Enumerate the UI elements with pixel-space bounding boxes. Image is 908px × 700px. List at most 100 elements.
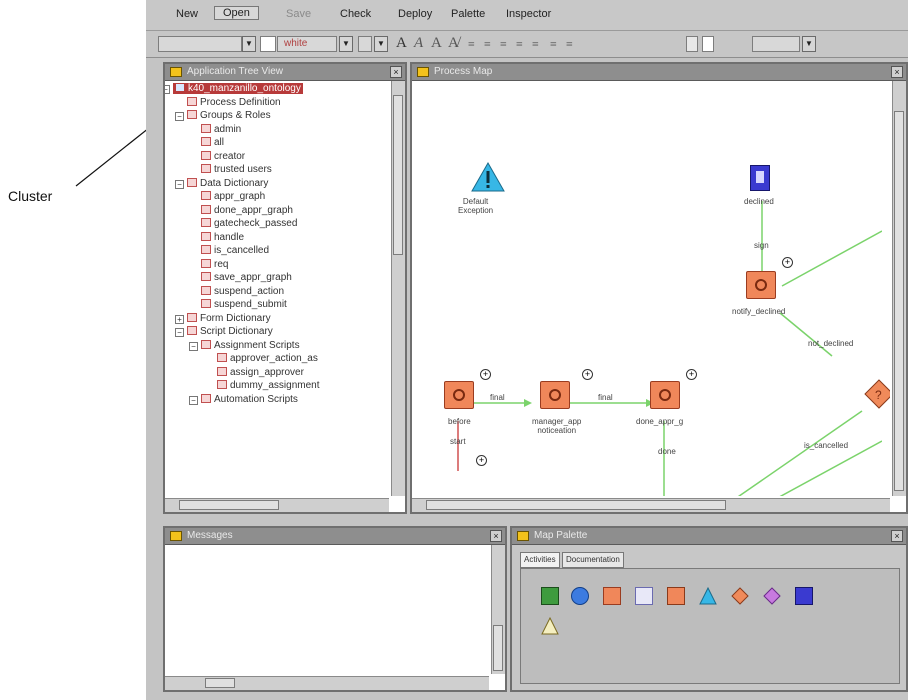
tree-expander-icon[interactable]: − <box>189 341 198 351</box>
strike-button[interactable]: A̸ <box>448 35 459 52</box>
tree-row[interactable]: trusted users <box>201 164 272 175</box>
warning-icon[interactable] <box>541 617 559 635</box>
tree-vscroll[interactable] <box>391 81 405 496</box>
messages-hscroll[interactable] <box>165 676 489 690</box>
tree-row[interactable]: all <box>201 137 224 148</box>
border-button[interactable] <box>686 36 698 52</box>
menu-save[interactable]: Save <box>286 8 311 20</box>
tree-row[interactable]: gatecheck_passed <box>201 218 297 229</box>
tree-panel-titlebar[interactable]: Application Tree View × <box>165 64 405 81</box>
color-combo[interactable]: white <box>277 36 337 52</box>
menu-deploy[interactable]: Deploy <box>398 8 432 20</box>
add-icon[interactable]: + <box>480 369 491 380</box>
tree-row[interactable]: admin <box>201 123 241 135</box>
tree-row[interactable]: dummy_assignment <box>217 380 319 391</box>
close-icon[interactable]: × <box>891 66 903 78</box>
tree-expander-icon[interactable]: − <box>165 85 170 94</box>
fill-button[interactable] <box>702 36 714 52</box>
tree-hscroll-thumb[interactable] <box>179 500 279 510</box>
start-icon[interactable] <box>541 587 559 605</box>
notify-declined-node[interactable] <box>746 271 776 299</box>
tree-row[interactable]: save_appr_graph <box>201 272 292 283</box>
tree-row[interactable]: Form Dictionary <box>187 312 271 324</box>
indent-button[interactable]: ≡ <box>516 37 523 52</box>
bullets-button[interactable]: ≡ <box>550 37 557 52</box>
done-node[interactable] <box>650 381 680 409</box>
align-left-button[interactable]: ≡ <box>468 37 475 52</box>
approve-icon[interactable] <box>571 587 589 605</box>
add-icon[interactable]: + <box>782 257 793 268</box>
close-icon[interactable]: × <box>490 530 502 542</box>
align-right-button[interactable]: ≡ <box>500 37 507 52</box>
tree-row[interactable]: done_appr_graph <box>201 204 293 216</box>
tree-expander-icon[interactable]: + <box>175 314 184 324</box>
palette-panel-titlebar[interactable]: Map Palette × <box>512 528 906 545</box>
tab-activities[interactable]: Activities <box>520 552 560 568</box>
font-combo-dropdown[interactable]: ▼ <box>242 36 256 52</box>
zoom-combo-dropdown[interactable]: ▼ <box>802 36 816 52</box>
map-hscroll[interactable] <box>412 498 890 512</box>
tree-expander-icon[interactable]: − <box>175 112 184 121</box>
menu-check[interactable]: Check <box>340 8 371 20</box>
align-center-button[interactable]: ≡ <box>484 37 491 52</box>
add-icon[interactable]: + <box>686 369 697 380</box>
menu-palette[interactable]: Palette <box>451 8 485 20</box>
tree-hscroll[interactable] <box>165 498 389 512</box>
before-node[interactable] <box>444 381 474 409</box>
zoom-combo[interactable] <box>752 36 800 52</box>
tree-vscroll-thumb[interactable] <box>393 95 403 255</box>
notify-icon[interactable] <box>667 587 685 605</box>
tree-row[interactable]: Data Dictionary <box>187 177 268 189</box>
add-icon[interactable]: + <box>476 455 487 466</box>
exception-icon[interactable] <box>699 587 717 605</box>
tree-row[interactable]: Assignment Scripts <box>201 339 300 351</box>
messages-panel-titlebar[interactable]: Messages × <box>165 528 505 545</box>
outdent-button[interactable]: ≡ <box>532 37 539 52</box>
tree-row[interactable]: Groups & Roles <box>187 110 271 121</box>
font-combo[interactable] <box>158 36 242 52</box>
menu-inspector[interactable]: Inspector <box>506 8 551 20</box>
declined-node[interactable] <box>750 165 770 191</box>
tree-row[interactable]: approver_action_as <box>217 353 318 364</box>
tree-row[interactable]: is_cancelled <box>201 245 269 256</box>
decision-icon[interactable] <box>731 587 749 605</box>
messages-hscroll-thumb[interactable] <box>205 678 235 688</box>
tree-expander-icon[interactable]: − <box>175 179 184 189</box>
tree-row[interactable]: creator <box>201 150 245 162</box>
italic-button[interactable]: A <box>414 35 423 52</box>
tree-row[interactable]: assign_approver <box>217 366 304 378</box>
tab-documentation[interactable]: Documentation <box>562 552 624 568</box>
manager-node[interactable] <box>540 381 570 409</box>
decision-icon[interactable]: ? <box>864 379 890 409</box>
close-icon[interactable]: × <box>891 530 903 542</box>
map-panel-titlebar[interactable]: Process Map × <box>412 64 906 81</box>
close-icon[interactable]: × <box>390 66 402 78</box>
exit-icon[interactable] <box>795 587 813 605</box>
add-icon[interactable]: + <box>582 369 593 380</box>
chart-icon[interactable] <box>635 587 653 605</box>
size-combo[interactable] <box>358 36 372 52</box>
tree-row[interactable]: handle <box>201 231 244 243</box>
numbering-button[interactable]: ≡ <box>566 37 573 52</box>
underline-button[interactable]: A <box>431 35 442 52</box>
script-icon[interactable] <box>603 587 621 605</box>
map-vscroll[interactable] <box>892 81 906 496</box>
messages-vscroll-thumb[interactable] <box>493 625 503 671</box>
join-icon[interactable] <box>763 587 781 605</box>
tree-expander-icon[interactable]: − <box>175 328 184 337</box>
menu-open[interactable]: Open <box>214 6 259 20</box>
tree-row[interactable]: Process Definition <box>187 96 281 108</box>
tree-row[interactable]: req <box>201 258 228 270</box>
size-combo-dropdown[interactable]: ▼ <box>374 36 388 52</box>
messages-vscroll[interactable] <box>491 545 505 674</box>
tree-row[interactable]: appr_graph <box>201 191 265 202</box>
menu-new[interactable]: New <box>176 8 198 20</box>
bold-button[interactable]: A <box>396 35 407 52</box>
color-combo-dropdown[interactable]: ▼ <box>339 36 353 52</box>
tree-row[interactable]: Automation Scripts <box>201 393 298 405</box>
tree-expander-icon[interactable]: − <box>189 395 198 405</box>
map-vscroll-thumb[interactable] <box>894 111 904 491</box>
tree-row[interactable]: suspend_submit <box>201 299 287 310</box>
tree-row[interactable]: suspend_action <box>201 285 284 297</box>
map-canvas[interactable]: Default Exception declined sign + notify… <box>412 81 890 496</box>
